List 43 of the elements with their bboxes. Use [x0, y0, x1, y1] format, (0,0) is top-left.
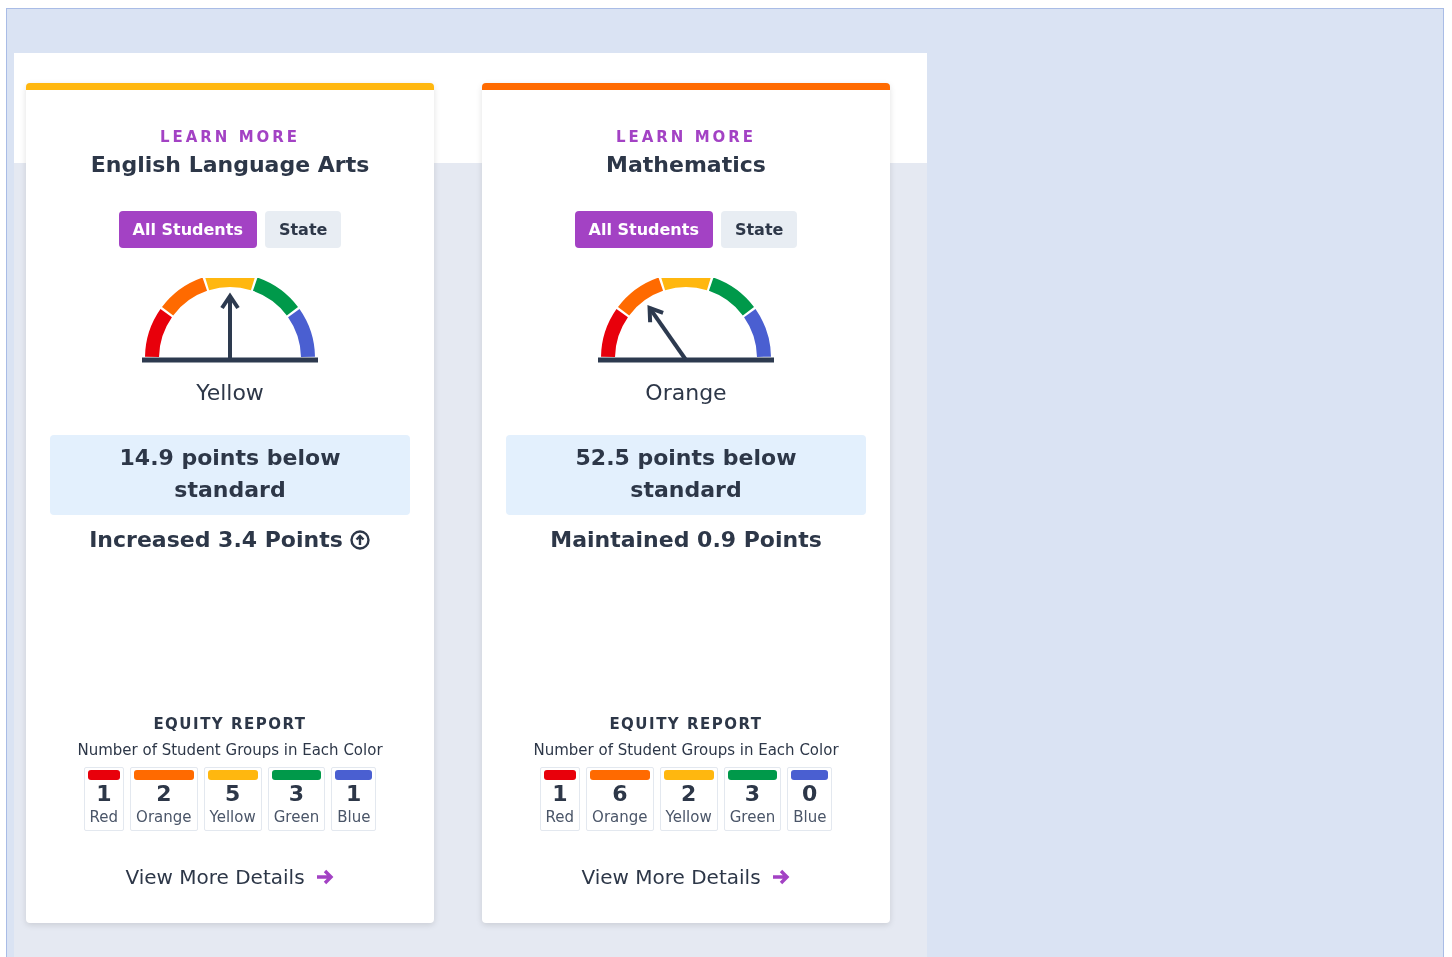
card-title: Mathematics — [606, 152, 766, 177]
group-count: 2 — [156, 780, 172, 808]
change-text: Increased 3.4 Points — [89, 527, 343, 552]
group-count: 5 — [225, 780, 241, 808]
color-label: Blue — [792, 808, 828, 826]
color-label: Orange — [135, 808, 193, 826]
filter-tab[interactable]: All Students — [118, 211, 257, 248]
color-label: Red — [88, 808, 120, 826]
view-details-link[interactable]: View More Details — [125, 865, 335, 889]
group-count: 1 — [552, 780, 568, 808]
group-count: 6 — [612, 780, 628, 808]
status-label: Yellow — [196, 380, 264, 405]
color-label: Yellow — [208, 808, 257, 826]
group-count: 3 — [288, 780, 305, 808]
color-label: Orange — [591, 808, 649, 826]
group-count: 2 — [681, 780, 697, 808]
equity-subheading: Number of Student Groups in Each Color — [533, 741, 839, 759]
group-count: 3 — [744, 780, 761, 808]
color-label: Yellow — [664, 808, 713, 826]
filter-tab[interactable]: All Students — [574, 211, 713, 248]
learn-more-link[interactable]: LEARN MORE — [615, 128, 757, 146]
score-summary: 52.5 points below standard — [506, 435, 866, 515]
learn-more-link[interactable]: LEARN MORE — [159, 128, 301, 146]
arrow-right-icon — [314, 868, 335, 886]
score-summary: 14.9 points below standard — [50, 435, 410, 515]
equity-subheading: Number of Student Groups in Each Color — [77, 741, 383, 759]
color-label: Blue — [336, 808, 372, 826]
equity-heading: EQUITY REPORT — [153, 715, 307, 733]
up-arrow-circle-icon — [348, 528, 371, 551]
group-count: 0 — [802, 780, 818, 808]
change-text: Maintained 0.9 Points — [550, 527, 822, 552]
color-label: Red — [544, 808, 576, 826]
view-details-link[interactable]: View More Details — [581, 865, 791, 889]
status-label: Orange — [645, 380, 727, 405]
filter-tab[interactable]: State — [264, 211, 342, 248]
equity-heading: EQUITY REPORT — [609, 715, 763, 733]
group-count: 1 — [346, 780, 362, 808]
card-title: English Language Arts — [90, 152, 370, 177]
group-count: 1 — [96, 780, 112, 808]
color-label: Green — [728, 808, 777, 826]
arrow-right-icon — [770, 868, 791, 886]
filter-tab[interactable]: State — [720, 211, 798, 248]
color-label: Green — [272, 808, 321, 826]
